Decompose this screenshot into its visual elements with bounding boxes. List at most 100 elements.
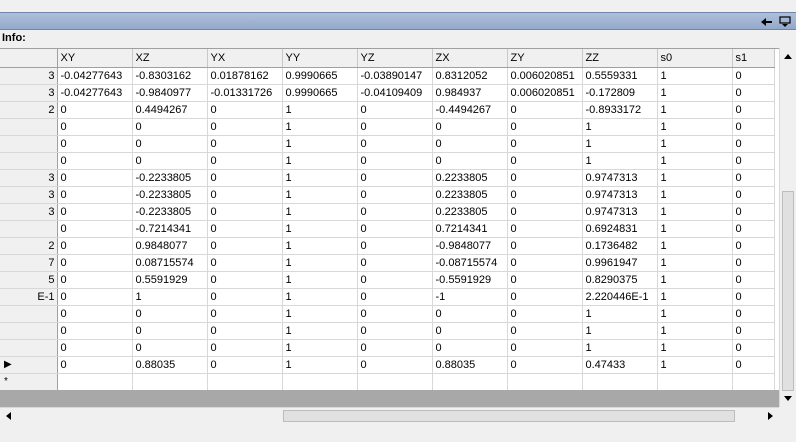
horizontal-scrollbar[interactable] [0,407,779,424]
row-header[interactable]: ▶ [0,356,58,374]
row-header[interactable] [0,305,58,323]
cell-yz[interactable]: 0 [357,152,433,170]
cell-yx[interactable]: 0 [207,322,283,340]
cell-s0[interactable]: 1 [657,305,733,323]
cell-s1[interactable]: 0 [732,152,775,170]
cell-s1[interactable]: 0 [732,237,775,255]
cell-s0[interactable]: 1 [657,152,733,170]
cell-yx[interactable]: -0.01331726 [207,84,283,102]
cell-zz[interactable]: 0.9747313 [582,203,658,221]
cell-s1[interactable]: 0 [732,305,775,323]
cell-xz[interactable]: 0.5591929 [132,271,208,289]
new-row-cell[interactable] [357,373,433,390]
cell-zy[interactable]: 0 [507,101,583,119]
cell-yz[interactable]: -0.03890147 [357,67,433,85]
cell-yz[interactable]: 0 [357,339,433,357]
row-header[interactable]: 3 [0,203,58,221]
column-header-zx[interactable]: ZX [432,49,508,68]
cell-zx[interactable]: 0 [432,135,508,153]
cell-yy[interactable]: 1 [282,169,358,187]
column-header-yx[interactable]: YX [207,49,283,68]
cell-yy[interactable]: 1 [282,237,358,255]
row-header[interactable] [0,339,58,357]
row-header[interactable] [0,322,58,340]
cell-s1[interactable]: 0 [732,135,775,153]
cell-yx[interactable]: 0 [207,288,283,306]
cell-s1[interactable]: 0 [732,203,775,221]
cell-s0[interactable]: 1 [657,135,733,153]
cell-xz[interactable]: 0.88035 [132,356,208,374]
table-row[interactable]: 3 -0.04277643 -0.9840977 -0.01331726 0.99906… [0,84,775,102]
new-row-cell[interactable] [282,373,358,390]
cell-xz[interactable]: 0 [132,135,208,153]
cell-xz[interactable]: -0.2233805 [132,186,208,204]
cell-zz[interactable]: 1 [582,135,658,153]
cell-xy[interactable]: 0 [57,339,133,357]
row-header[interactable]: 3 [0,67,58,85]
table-row[interactable]: 0001000110 [0,322,775,340]
cell-s1[interactable]: 0 [732,118,775,136]
cell-zx[interactable]: 0 [432,339,508,357]
cell-yx[interactable]: 0 [207,203,283,221]
cell-yx[interactable]: 0 [207,271,283,289]
cell-s0[interactable]: 1 [657,84,733,102]
table-row[interactable]: 0001000110 [0,152,775,170]
new-row-header[interactable]: * [0,373,58,390]
cell-s1[interactable]: 0 [732,271,775,289]
cell-zx[interactable]: -0.9848077 [432,237,508,255]
cell-zz[interactable]: 0.47433 [582,356,658,374]
cell-yy[interactable]: 0.9990665 [282,84,358,102]
row-header[interactable] [0,152,58,170]
row-header[interactable]: 3 [0,169,58,187]
table-row[interactable]: ▶ 0 0.88035 0 1 0 0.88035 0 0.47433 1 0 [0,356,775,374]
row-header[interactable] [0,135,58,153]
cell-zx[interactable]: 0 [432,305,508,323]
scroll-left-button[interactable] [0,408,16,424]
column-header-s1[interactable]: s1 [732,49,775,68]
cell-xy[interactable]: 0 [57,288,133,306]
cell-zx[interactable]: 0 [432,118,508,136]
cell-zy[interactable]: 0 [507,118,583,136]
cell-yy[interactable]: 1 [282,356,358,374]
cell-zz[interactable]: 0.6924831 [582,220,658,238]
cell-zy[interactable]: 0 [507,186,583,204]
cell-yz[interactable]: 0 [357,356,433,374]
cell-yz[interactable]: 0 [357,203,433,221]
row-header[interactable]: 5 [0,271,58,289]
cell-zz[interactable]: 0.8290375 [582,271,658,289]
row-header[interactable]: 2 [0,101,58,119]
cell-zx[interactable]: -0.08715574 [432,254,508,272]
cell-s0[interactable]: 1 [657,339,733,357]
row-header[interactable]: 3 [0,84,58,102]
cell-xz[interactable]: 0 [132,152,208,170]
cell-xz[interactable]: 0.08715574 [132,254,208,272]
cell-zy[interactable]: 0 [507,220,583,238]
cell-s0[interactable]: 1 [657,169,733,187]
table-row[interactable]: 3 0 -0.2233805 0 1 0 0.2233805 0 0.9747313 1 0 [0,169,775,187]
table-row[interactable]: 3 0 -0.2233805 0 1 0 0.2233805 0 0.9747313 1 0 [0,203,775,221]
cell-yy[interactable]: 1 [282,271,358,289]
cell-xy[interactable]: 0 [57,101,133,119]
cell-s1[interactable]: 0 [732,84,775,102]
cell-zy[interactable]: 0 [507,237,583,255]
cell-s1[interactable]: 0 [732,339,775,357]
row-header[interactable]: 2 [0,237,58,255]
cell-yy[interactable]: 1 [282,135,358,153]
cell-zy[interactable]: 0 [507,288,583,306]
cell-xy[interactable]: 0 [57,118,133,136]
cell-yx[interactable]: 0 [207,356,283,374]
vertical-scroll-thumb[interactable] [782,191,794,391]
new-row-cell[interactable] [507,373,583,390]
new-row-cell[interactable] [57,373,133,390]
cell-yz[interactable]: 0 [357,305,433,323]
cell-xy[interactable]: 0 [57,220,133,238]
cell-zz[interactable]: 0.1736482 [582,237,658,255]
cell-yy[interactable]: 1 [282,101,358,119]
cell-s0[interactable]: 1 [657,220,733,238]
cell-yz[interactable]: 0 [357,288,433,306]
cell-zy[interactable]: 0 [507,203,583,221]
cell-yx[interactable]: 0 [207,152,283,170]
cell-zz[interactable]: -0.8933172 [582,101,658,119]
cell-zx[interactable]: 0.2233805 [432,203,508,221]
cell-s0[interactable]: 1 [657,322,733,340]
